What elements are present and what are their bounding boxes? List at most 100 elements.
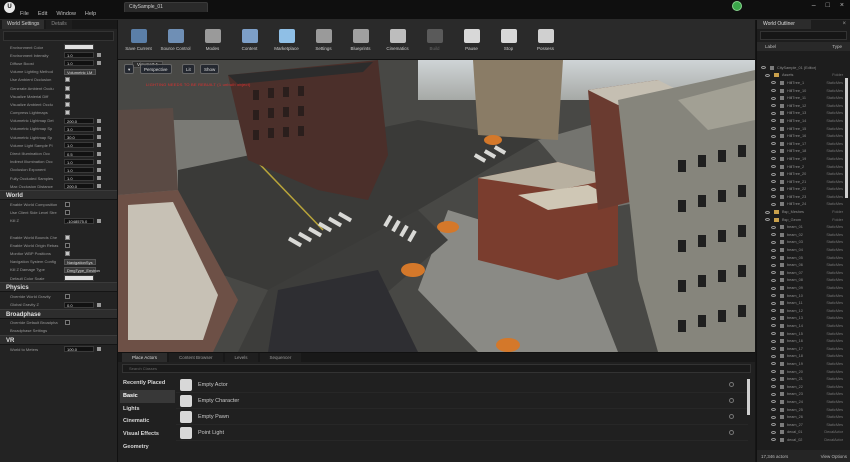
tab-details[interactable]: Details <box>46 20 72 29</box>
property-checkbox[interactable] <box>65 251 70 257</box>
outliner-row[interactable]: beam_15 StaticMes <box>757 330 850 338</box>
column-type[interactable]: Type <box>832 42 842 51</box>
class-search-input[interactable]: Search Classes <box>122 364 751 373</box>
eye-icon[interactable] <box>771 96 776 100</box>
outliner-row[interactable]: beam_22 StaticMes <box>757 383 850 391</box>
category-item[interactable]: Recently Placed <box>120 377 175 390</box>
eye-icon[interactable] <box>771 301 776 305</box>
eye-icon[interactable] <box>771 142 776 146</box>
outliner-row[interactable]: Bsp_Meshes Folder <box>757 208 850 216</box>
property-number-field[interactable]: -1048575.0 <box>64 217 94 224</box>
eye-icon[interactable] <box>771 400 776 404</box>
property-color-swatch[interactable] <box>64 275 94 282</box>
property-checkbox[interactable] <box>65 242 70 248</box>
actor-item[interactable]: Empty Character <box>176 393 748 409</box>
eye-icon[interactable] <box>771 89 776 93</box>
toolbar-button-stop[interactable]: Stop <box>490 20 527 60</box>
eye-icon[interactable] <box>771 286 776 290</box>
property-checkbox[interactable] <box>65 293 70 299</box>
section-physics[interactable]: Physics <box>0 282 117 293</box>
minimize-icon[interactable]: – <box>812 2 816 9</box>
reset-icon[interactable] <box>97 118 101 123</box>
outliner-row[interactable]: CitySample_01 (Editor) <box>757 64 850 72</box>
outliner-row[interactable]: beam_12 StaticMes <box>757 307 850 315</box>
property-dropdown[interactable]: DmgType_Environ <box>64 266 100 273</box>
eye-icon[interactable] <box>771 408 776 412</box>
tab-levels[interactable]: Levels <box>224 353 258 362</box>
tab-world-settings[interactable]: World Settings <box>2 20 45 29</box>
outliner-row[interactable]: beam_13 StaticMes <box>757 315 850 323</box>
property-checkbox[interactable] <box>65 320 70 326</box>
actor-item[interactable]: Empty Pawn <box>176 409 748 425</box>
section-world[interactable]: World <box>0 190 117 201</box>
toolbar-button-possess[interactable]: Possess <box>527 20 564 60</box>
outliner-row[interactable]: HillTree_1 StaticMes <box>757 79 850 87</box>
details-search-input[interactable] <box>3 31 114 41</box>
toolbar-button-clapper[interactable]: Cinematics <box>379 20 416 60</box>
outliner-row[interactable]: decal_02 DecalActor <box>757 436 850 444</box>
property-number-field[interactable]: 1.0 <box>64 175 94 182</box>
property-color-swatch[interactable] <box>64 44 94 51</box>
category-item[interactable]: Visual Effects <box>120 428 175 441</box>
property-checkbox[interactable] <box>65 234 70 240</box>
eye-icon[interactable] <box>771 324 776 328</box>
reset-icon[interactable] <box>97 347 101 352</box>
eye-icon[interactable] <box>771 294 776 298</box>
menu-window[interactable]: Window <box>56 11 76 17</box>
unreal-logo-icon[interactable]: U <box>4 2 15 13</box>
close-icon[interactable]: × <box>840 2 844 9</box>
outliner-row[interactable]: HillTree_16 StaticMes <box>757 132 850 140</box>
outliner-row[interactable]: HillTree_21 StaticMes <box>757 178 850 186</box>
outliner-row[interactable]: beam_10 StaticMes <box>757 292 850 300</box>
eye-icon[interactable] <box>771 202 776 206</box>
actor-list-scrollbar[interactable] <box>747 379 750 415</box>
viewport-options-button[interactable]: ▾ <box>124 64 134 74</box>
property-number-field[interactable]: 1.0 <box>64 158 94 165</box>
property-number-field[interactable]: 1.0 <box>64 52 94 59</box>
eye-icon[interactable] <box>771 339 776 343</box>
property-number-field[interactable]: 1.0 <box>64 60 94 67</box>
eye-icon[interactable] <box>771 180 776 184</box>
outliner-row[interactable]: beam_20 StaticMes <box>757 368 850 376</box>
property-dropdown[interactable]: NavigationSys <box>64 258 96 265</box>
property-number-field[interactable]: 100.0 <box>64 346 94 353</box>
property-number-field[interactable]: 30.0 <box>64 134 94 141</box>
show-button[interactable]: Show <box>200 64 220 74</box>
outliner-row[interactable]: beam_05 StaticMes <box>757 254 850 262</box>
eye-icon[interactable] <box>771 415 776 419</box>
outliner-row[interactable]: HillTree_20 StaticMes <box>757 170 850 178</box>
menu-file[interactable]: File <box>20 11 29 17</box>
property-number-field[interactable]: 200.0 <box>64 183 94 190</box>
outliner-row[interactable]: beam_06 StaticMes <box>757 261 850 269</box>
outliner-row[interactable]: HillTree_13 StaticMes <box>757 110 850 118</box>
eye-icon[interactable] <box>771 225 776 229</box>
outliner-row[interactable]: beam_16 StaticMes <box>757 337 850 345</box>
reset-icon[interactable] <box>97 126 101 131</box>
toolbar-button-blueprint[interactable]: Blueprints <box>342 20 379 60</box>
reset-icon[interactable] <box>97 151 101 156</box>
info-icon[interactable] <box>729 414 734 419</box>
outliner-row[interactable]: beam_07 StaticMes <box>757 269 850 277</box>
outliner-row[interactable]: decal_01 DecalActor <box>757 429 850 437</box>
outliner-row[interactable]: HillTree_23 StaticMes <box>757 193 850 201</box>
reset-icon[interactable] <box>97 184 101 189</box>
eye-icon[interactable] <box>771 271 776 275</box>
tab-place-actors[interactable]: Place Actors <box>122 353 168 362</box>
reset-icon[interactable] <box>97 61 101 66</box>
eye-icon[interactable] <box>771 362 776 366</box>
outliner-row[interactable]: beam_19 StaticMes <box>757 360 850 368</box>
lit-mode-button[interactable]: Lit <box>182 64 195 74</box>
actor-item[interactable]: Point Light <box>176 425 748 441</box>
eye-icon[interactable] <box>771 438 776 442</box>
level-viewport[interactable]: Viewport 1 ▾ Perspective Lit Show LIGHTI… <box>118 60 755 352</box>
outliner-row[interactable]: beam_01 StaticMes <box>757 223 850 231</box>
outliner-row[interactable]: beam_04 StaticMes <box>757 246 850 254</box>
toolbar-button-modes[interactable]: Modes <box>194 20 231 60</box>
eye-icon[interactable] <box>771 172 776 176</box>
eye-icon[interactable] <box>771 233 776 237</box>
property-checkbox[interactable] <box>65 210 70 216</box>
eye-icon[interactable] <box>771 187 776 191</box>
eye-icon[interactable] <box>771 256 776 260</box>
reset-icon[interactable] <box>97 159 101 164</box>
reset-icon[interactable] <box>97 143 101 148</box>
